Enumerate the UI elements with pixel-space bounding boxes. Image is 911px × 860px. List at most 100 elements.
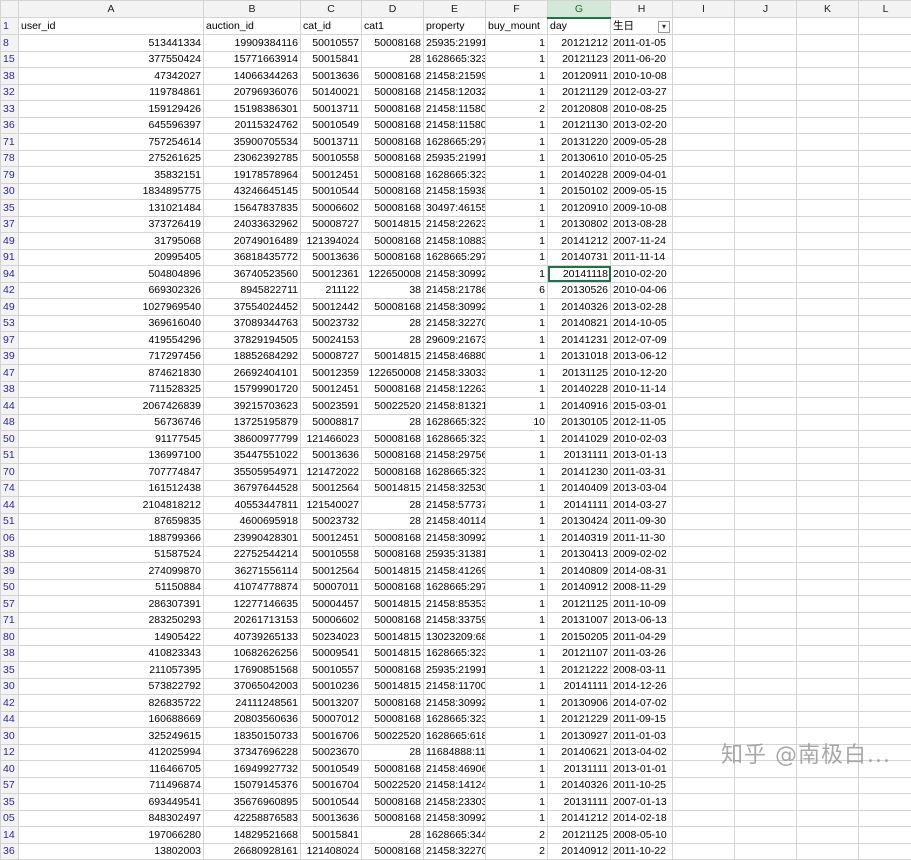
empty-cell[interactable] (797, 480, 859, 497)
empty-cell[interactable] (673, 233, 735, 250)
empty-cell[interactable] (673, 662, 735, 679)
table-cell[interactable]: 1 (486, 711, 548, 728)
table-cell[interactable]: 13725195879 (204, 414, 301, 431)
empty-cell[interactable] (859, 332, 911, 349)
table-cell[interactable]: 21458:85353 (424, 596, 486, 613)
empty-cell[interactable] (859, 645, 911, 662)
empty-cell[interactable] (859, 150, 911, 167)
empty-cell[interactable] (673, 546, 735, 563)
empty-cell[interactable] (797, 233, 859, 250)
table-cell[interactable]: 50014815 (362, 678, 424, 695)
table-cell[interactable]: 1628665:323 (424, 51, 486, 68)
table-cell[interactable]: 122650008 (362, 266, 424, 283)
table-cell[interactable]: 20141118 (548, 266, 611, 283)
row-number[interactable]: 36 (1, 117, 19, 134)
table-cell[interactable]: 50023591 (301, 398, 362, 415)
table-cell[interactable]: 1 (486, 761, 548, 778)
table-cell[interactable]: 22752544214 (204, 546, 301, 563)
empty-cell[interactable] (859, 348, 911, 365)
table-cell[interactable]: 1 (486, 744, 548, 761)
table-cell[interactable]: 1 (486, 233, 548, 250)
table-cell[interactable]: 131021484 (19, 200, 204, 217)
empty-cell[interactable] (859, 249, 911, 266)
empty-cell[interactable] (735, 134, 797, 151)
table-cell[interactable]: 2015-03-01 (611, 398, 673, 415)
table-cell[interactable]: 2013-06-13 (611, 612, 673, 629)
table-cell[interactable]: 20140912 (548, 579, 611, 596)
table-cell[interactable]: 20130105 (548, 414, 611, 431)
empty-cell[interactable] (797, 216, 859, 233)
row-number[interactable]: 44 (1, 711, 19, 728)
table-cell[interactable]: 12277146635 (204, 596, 301, 613)
table-cell[interactable]: 136997100 (19, 447, 204, 464)
header-cell-buy-mount[interactable]: buy_mount (486, 18, 548, 35)
row-number[interactable]: 38 (1, 546, 19, 563)
table-cell[interactable]: 37089344763 (204, 315, 301, 332)
table-cell[interactable]: 25935:21991 (424, 35, 486, 52)
table-cell[interactable]: 37347696228 (204, 744, 301, 761)
table-cell[interactable]: 36740523560 (204, 266, 301, 283)
table-cell[interactable]: 43246645145 (204, 183, 301, 200)
table-cell[interactable]: 2013-02-28 (611, 299, 673, 316)
empty-cell[interactable] (673, 101, 735, 118)
table-cell[interactable]: 1 (486, 563, 548, 580)
table-cell[interactable]: 513441334 (19, 35, 204, 52)
table-cell[interactable]: 42258876583 (204, 810, 301, 827)
empty-cell[interactable] (797, 711, 859, 728)
column-header-e[interactable]: E (424, 1, 486, 18)
table-cell[interactable]: 50012359 (301, 365, 362, 382)
table-cell[interactable]: 21458:30992 (424, 695, 486, 712)
row-number[interactable]: 49 (1, 233, 19, 250)
table-cell[interactable]: 50008168 (362, 711, 424, 728)
table-cell[interactable]: 20995405 (19, 249, 204, 266)
table-cell[interactable]: 1 (486, 645, 548, 662)
table-cell[interactable]: 15647837835 (204, 200, 301, 217)
table-cell[interactable]: 2007-11-24 (611, 233, 673, 250)
table-cell[interactable]: 116466705 (19, 761, 204, 778)
table-cell[interactable]: 31795068 (19, 233, 204, 250)
table-cell[interactable]: 2014-07-02 (611, 695, 673, 712)
table-cell[interactable]: 28 (362, 414, 424, 431)
empty-cell[interactable] (735, 365, 797, 382)
empty-cell[interactable] (735, 596, 797, 613)
table-cell[interactable]: 20141111 (548, 678, 611, 695)
table-cell[interactable]: 20141212 (548, 810, 611, 827)
row-number[interactable]: 50 (1, 431, 19, 448)
empty-cell[interactable] (797, 348, 859, 365)
empty-cell[interactable] (735, 546, 797, 563)
table-cell[interactable]: 30497:46155 (424, 200, 486, 217)
empty-cell[interactable] (735, 200, 797, 217)
table-cell[interactable]: 20141230 (548, 464, 611, 481)
table-cell[interactable]: 1 (486, 117, 548, 134)
table-cell[interactable]: 20796936076 (204, 84, 301, 101)
table-cell[interactable]: 50010549 (301, 761, 362, 778)
empty-cell[interactable] (859, 299, 911, 316)
empty-cell[interactable] (797, 695, 859, 712)
table-cell[interactable]: 757254614 (19, 134, 204, 151)
table-cell[interactable]: 50008168 (362, 662, 424, 679)
table-cell[interactable]: 21458:14124 (424, 777, 486, 794)
empty-cell[interactable] (735, 678, 797, 695)
empty-cell[interactable] (673, 282, 735, 299)
table-cell[interactable]: 21458:11580 (424, 117, 486, 134)
row-number[interactable]: 57 (1, 777, 19, 794)
table-cell[interactable]: 40553447811 (204, 497, 301, 514)
table-cell[interactable]: 50008168 (362, 381, 424, 398)
table-cell[interactable]: 1628665:297 (424, 249, 486, 266)
empty-cell[interactable] (673, 843, 735, 860)
table-cell[interactable]: 50014815 (362, 480, 424, 497)
table-cell[interactable]: 50008168 (362, 612, 424, 629)
empty-cell[interactable] (797, 68, 859, 85)
table-cell[interactable]: 21458:29756 (424, 447, 486, 464)
table-cell[interactable]: 20140621 (548, 744, 611, 761)
header-cell-cat1[interactable]: cat1 (362, 18, 424, 35)
table-cell[interactable]: 50012451 (301, 530, 362, 547)
table-cell[interactable]: 1 (486, 447, 548, 464)
empty-cell[interactable] (859, 480, 911, 497)
table-cell[interactable]: 24111248561 (204, 695, 301, 712)
table-cell[interactable]: 15198386301 (204, 101, 301, 118)
table-cell[interactable]: 325249615 (19, 728, 204, 745)
empty-cell[interactable] (859, 497, 911, 514)
table-cell[interactable]: 17690851568 (204, 662, 301, 679)
table-cell[interactable]: 1 (486, 84, 548, 101)
